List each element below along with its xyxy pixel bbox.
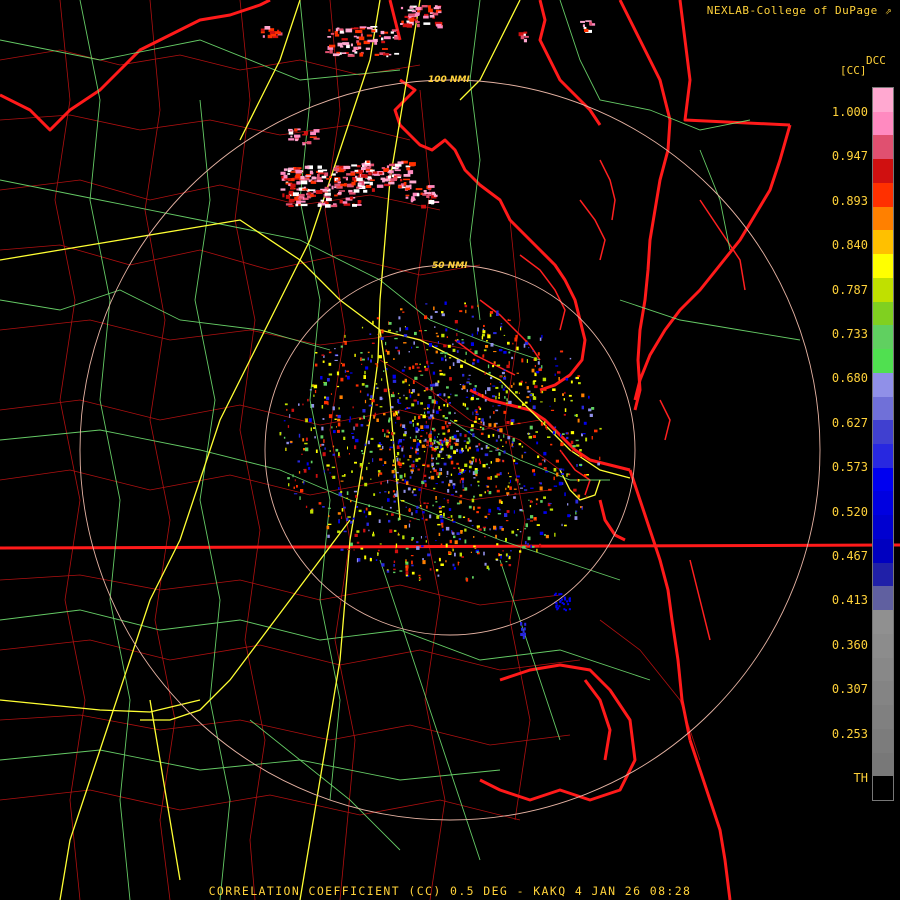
legend-label: 0.787 (831, 282, 868, 297)
legend-label: 0.947 (831, 149, 868, 164)
legend-band (873, 230, 893, 255)
legend-band (873, 111, 893, 136)
legend-label: 0.413 (831, 593, 868, 608)
legend-band (873, 562, 893, 587)
legend-band (873, 372, 893, 397)
legend-label: 1.000 (831, 105, 868, 119)
legend-label: 0.253 (831, 726, 868, 741)
legend-label: 0.467 (831, 549, 868, 563)
legend-label: 0.680 (831, 371, 868, 386)
range-ring-label-50: 50 NMI (432, 261, 468, 271)
legend-label: 0.520 (831, 504, 868, 519)
legend-label: 0.627 (831, 415, 868, 430)
external-link-icon[interactable]: ⇗ (885, 4, 892, 17)
legend-band (873, 586, 893, 611)
legend-band (873, 159, 893, 183)
legend-band (873, 349, 893, 373)
legend-band (873, 254, 893, 278)
range-ring-label-100: 100 NMI (428, 75, 470, 85)
legend-band (873, 752, 893, 777)
legend-band (873, 491, 893, 516)
legend-band (873, 420, 893, 445)
product-info: CORRELATION COEFFICIENT (CC) 0.5 DEG - K… (208, 884, 692, 898)
legend-label: 0.307 (831, 682, 868, 697)
brand-label: NEXLAB-College of DuPage ⇗ (707, 4, 892, 17)
legend-band (873, 657, 893, 682)
legend-label: 0.360 (831, 637, 868, 652)
legend-band (873, 538, 893, 563)
legend-band (873, 728, 893, 753)
legend-band (873, 467, 893, 492)
legend-band (873, 277, 893, 302)
legend-band (873, 610, 893, 634)
legend-band (873, 206, 893, 231)
legend-band (873, 515, 893, 539)
legend-units: [CC] (840, 64, 867, 77)
legend-band (873, 396, 893, 421)
legend-label: 0.573 (831, 460, 868, 475)
brand-text: NEXLAB-College of DuPage (706, 4, 878, 17)
legend-band (873, 705, 893, 729)
legend-title: DCC (866, 54, 886, 67)
legend-band (873, 633, 893, 658)
legend-band (873, 444, 893, 468)
legend-label: TH (853, 771, 868, 785)
legend-band (873, 135, 893, 160)
legend-label: 0.893 (831, 193, 868, 208)
legend-band (873, 182, 893, 207)
legend-band (873, 681, 893, 706)
legend-band (873, 301, 893, 326)
legend-band (873, 776, 893, 801)
legend-label: 0.840 (831, 238, 868, 253)
radar-map[interactable]: 50 NMI 100 NMI (0, 0, 900, 900)
legend-label: 0.733 (831, 327, 868, 341)
legend-band (873, 325, 893, 350)
legend-colorbar (872, 87, 894, 801)
legend-band (873, 88, 893, 112)
